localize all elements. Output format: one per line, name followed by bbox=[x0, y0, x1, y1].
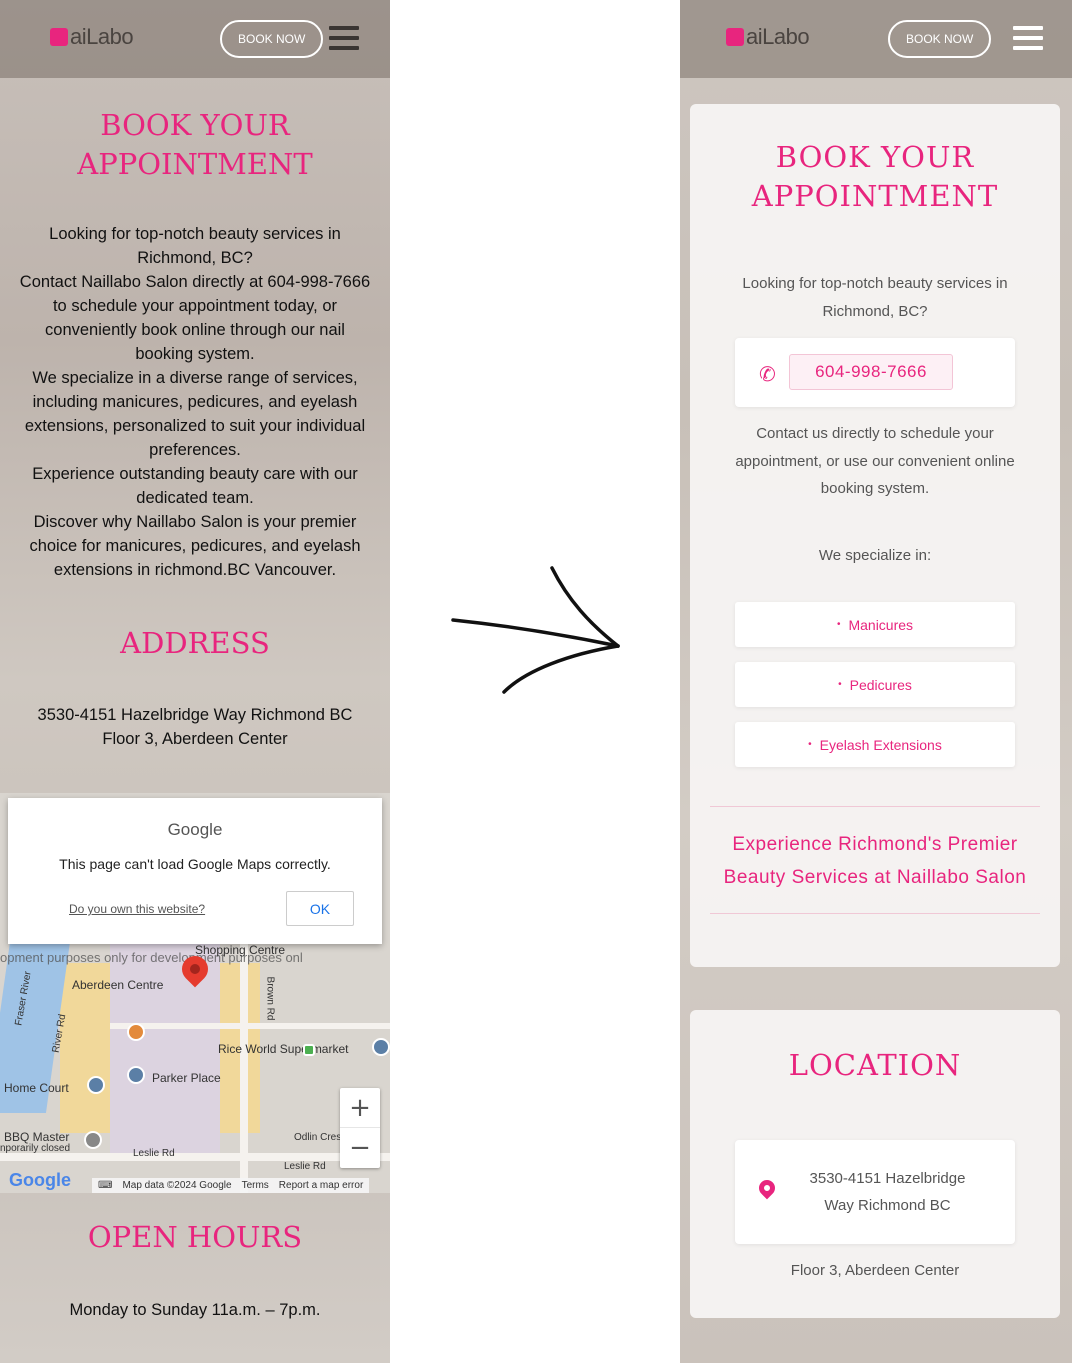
hamburger-icon[interactable] bbox=[1013, 26, 1043, 50]
floor-text: Floor 3, Aberdeen Center bbox=[790, 1262, 960, 1279]
intro-line: extensions in richmond.BC Vancouver. bbox=[53, 561, 337, 579]
map-data-text: Map data ©2024 Google bbox=[122, 1180, 232, 1191]
map-label: Home Court bbox=[4, 1081, 69, 1095]
phone-card: ✆ 604-998-7666 bbox=[735, 338, 1015, 407]
address-text: 3530-4151 Hazelbridge Way Richmond BC Fl… bbox=[37, 706, 353, 748]
book-now-button[interactable]: BOOK NOW bbox=[220, 20, 324, 58]
shopping-poi-icon[interactable] bbox=[127, 1066, 145, 1084]
transition-arrow-icon bbox=[451, 566, 620, 694]
specialize-label: We specialize in: bbox=[818, 547, 932, 564]
logo-text-main: ai bbox=[70, 24, 87, 49]
map-label: Aberdeen Centre bbox=[72, 978, 164, 992]
map-label: Rice World Supermarket bbox=[218, 1042, 349, 1056]
intro-line: dedicated team. bbox=[136, 489, 254, 507]
own-website-link[interactable]: Do you own this website? bbox=[69, 902, 205, 916]
restaurant-poi-icon[interactable] bbox=[84, 1131, 102, 1149]
intro-text: Looking for top-notch beauty services in… bbox=[0, 222, 390, 582]
map-label: Parker Place bbox=[152, 1071, 221, 1085]
zoom-out-button[interactable]: − bbox=[340, 1128, 380, 1168]
intro-line: Looking for top-notch beauty services in bbox=[49, 225, 341, 243]
shopping-poi-icon[interactable] bbox=[372, 1038, 390, 1056]
address-title: ADDRESS bbox=[120, 626, 270, 660]
divider bbox=[710, 806, 1040, 807]
intro-line: extensions, personalized to suit your in… bbox=[24, 417, 366, 435]
intro-line: choice for manicures, pedicures, and eye… bbox=[29, 537, 361, 555]
intro-line: including manicures, pedicures, and eyel… bbox=[32, 393, 358, 411]
hamburger-icon[interactable] bbox=[329, 26, 359, 50]
after-screen: aiLabo BOOK NOW BOOK YOUR APPOINTMENT Lo… bbox=[680, 0, 1072, 1363]
book-now-button[interactable]: BOOK NOW bbox=[888, 20, 992, 58]
map-label: Brown Rd bbox=[264, 976, 276, 1021]
logo-text-suffix: Labo bbox=[86, 24, 134, 49]
google-map[interactable]: opment purposes only for development pur… bbox=[0, 793, 390, 1193]
intro-line: Richmond, BC? bbox=[137, 249, 253, 267]
service-item-manicures[interactable]: • Manicures bbox=[735, 602, 1015, 647]
restaurant-poi-icon[interactable] bbox=[127, 1023, 145, 1041]
intro-line: Contact Naillabo Salon directly at 604-9… bbox=[19, 273, 371, 291]
keyboard-icon[interactable]: ⌨ bbox=[98, 1180, 112, 1191]
intro-text: Looking for top-notch beauty services in… bbox=[742, 275, 1008, 320]
map-zoom-control[interactable]: + − bbox=[340, 1088, 380, 1168]
site-logo[interactable]: aiLabo bbox=[726, 24, 810, 50]
report-error-link[interactable]: Report a map error bbox=[279, 1180, 363, 1191]
park-poi-icon[interactable] bbox=[303, 1044, 315, 1056]
map-error-dialog: Google This page can't load Google Maps … bbox=[8, 798, 382, 944]
address-text[interactable]: 3530-4151 Hazelbridge Way Richmond BC bbox=[795, 1165, 980, 1219]
intro-line: conveniently book online through our nai… bbox=[45, 321, 345, 339]
appointment-card: BOOK YOUR APPOINTMENT Looking for top-no… bbox=[690, 104, 1060, 967]
zoom-in-button[interactable]: + bbox=[340, 1088, 380, 1128]
site-header: aiLabo BOOK NOW bbox=[680, 0, 1072, 78]
place-poi-icon[interactable] bbox=[87, 1076, 105, 1094]
divider bbox=[710, 913, 1040, 914]
page-title: BOOK YOUR APPOINTMENT bbox=[77, 108, 313, 181]
logo-text-suffix: Labo bbox=[762, 24, 810, 49]
dialog-brand: Google bbox=[167, 820, 223, 839]
site-header: aiLabo BOOK NOW bbox=[0, 0, 390, 78]
open-hours-title: OPEN HOURS bbox=[87, 1220, 303, 1254]
intro-line: booking system. bbox=[135, 345, 255, 363]
map-pin-icon bbox=[755, 1176, 779, 1200]
map-label: BBQ Master bbox=[4, 1130, 70, 1144]
comparison-stage: aiLabo BOOK NOW BOOK YOUR APPOINTMENT Lo… bbox=[0, 0, 1072, 1363]
intro-line: Discover why Naillabo Salon is your prem… bbox=[33, 513, 357, 531]
logo-mark-icon bbox=[50, 28, 68, 46]
site-logo[interactable]: aiLabo bbox=[50, 24, 134, 50]
map-label: Shopping Centre bbox=[195, 943, 286, 957]
dialog-message: This page can't load Google Maps correct… bbox=[59, 856, 331, 872]
map-label: Leslie Rd bbox=[284, 1161, 326, 1172]
location-card: LOCATION 3530-4151 Hazelbridge Way Richm… bbox=[690, 1010, 1060, 1318]
intro-line: We specialize in a diverse range of serv… bbox=[32, 369, 358, 387]
phone-link[interactable]: 604-998-7666 bbox=[789, 354, 953, 390]
map-label: Leslie Rd bbox=[133, 1148, 175, 1159]
dialog-ok-button[interactable]: OK bbox=[286, 891, 354, 926]
map-label: nporarily closed bbox=[0, 1143, 71, 1154]
map-footer: ⌨ Map data ©2024 Google Terms Report a m… bbox=[92, 1178, 370, 1193]
logo-text-main: ai bbox=[746, 24, 763, 49]
open-hours-text: Monday to Sunday 11a.m. – 7p.m. bbox=[69, 1301, 321, 1319]
intro-line: Experience outstanding beauty care with … bbox=[32, 465, 358, 483]
address-card: 3530-4151 Hazelbridge Way Richmond BC bbox=[735, 1140, 1015, 1244]
terms-link[interactable]: Terms bbox=[242, 1180, 269, 1191]
location-title: LOCATION bbox=[788, 1048, 962, 1082]
logo-mark-icon bbox=[726, 28, 744, 46]
page-title: BOOK YOUR APPOINTMENT bbox=[751, 140, 999, 213]
phone-icon: ✆ bbox=[759, 362, 776, 386]
contact-text: Contact us directly to schedule your app… bbox=[735, 425, 1015, 497]
before-screen: aiLabo BOOK NOW BOOK YOUR APPOINTMENT Lo… bbox=[0, 0, 390, 1363]
google-logo: Google bbox=[9, 1170, 71, 1190]
intro-line: to schedule your appointment today, or bbox=[52, 297, 338, 315]
intro-line: preferences. bbox=[149, 441, 241, 459]
tagline: Experience Richmond's Premier Beauty Ser… bbox=[723, 834, 1027, 888]
service-item-pedicures[interactable]: • Pedicures bbox=[735, 662, 1015, 707]
service-item-eyelash-extensions[interactable]: • Eyelash Extensions bbox=[735, 722, 1015, 767]
